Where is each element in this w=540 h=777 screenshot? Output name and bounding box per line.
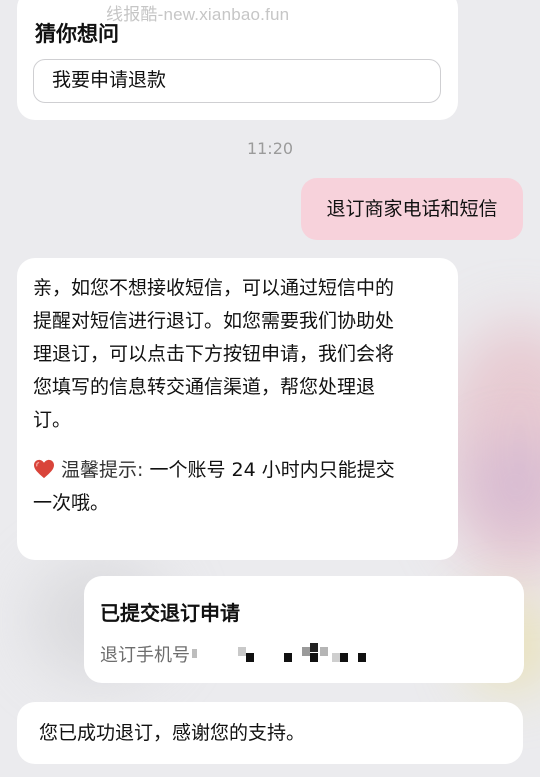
reply-line: 亲，如您不想接收短信，可以通过短信中的 [33,277,395,299]
phone-label: 退订手机号 [100,645,190,666]
final-message-card: 您已成功退订，感谢您的支持。 [17,702,523,764]
submitted-request-card[interactable]: 已提交退订申请 退订手机号 [84,576,524,683]
reply-line: 您填写的信息转交通信渠道，帮您处理退 [33,376,376,398]
tip-row: 温馨提示: 一个账号 24 小时内只能提交 一次哦。 [33,454,443,520]
watermark: 线报酷-new.xianbao.fun [106,5,290,24]
reply-line: 订。 [33,409,72,431]
reply-line: 理退订，可以点击下方按钮申请，我们会将 [33,343,395,365]
masked-phone-number [192,643,392,665]
message-timestamp: 11:20 [246,139,294,158]
submitted-title: 已提交退订申请 [100,601,240,625]
reply-line: 提醒对短信进行退订。如您需要我们协助处 [33,310,395,332]
heart-icon [33,457,55,479]
agent-reply-card: 亲，如您不想接收短信，可以通过短信中的 提醒对短信进行退订。如您需要我们协助处 … [17,258,458,560]
tip-label: 温馨提示: [61,459,144,481]
guess-chip-refund[interactable]: 我要申请退款 [33,59,441,103]
user-message-bubble: 退订商家电话和短信 [301,178,523,240]
phone-row: 退订手机号 [100,641,392,667]
tip-text: 一个账号 24 小时内只能提交 [143,459,395,481]
final-message-text: 您已成功退订，感谢您的支持。 [39,722,306,744]
agent-reply-text: 亲，如您不想接收短信，可以通过短信中的 提醒对短信进行退订。如您需要我们协助处 … [33,272,443,437]
tip-text-line2: 一次哦。 [33,492,110,514]
